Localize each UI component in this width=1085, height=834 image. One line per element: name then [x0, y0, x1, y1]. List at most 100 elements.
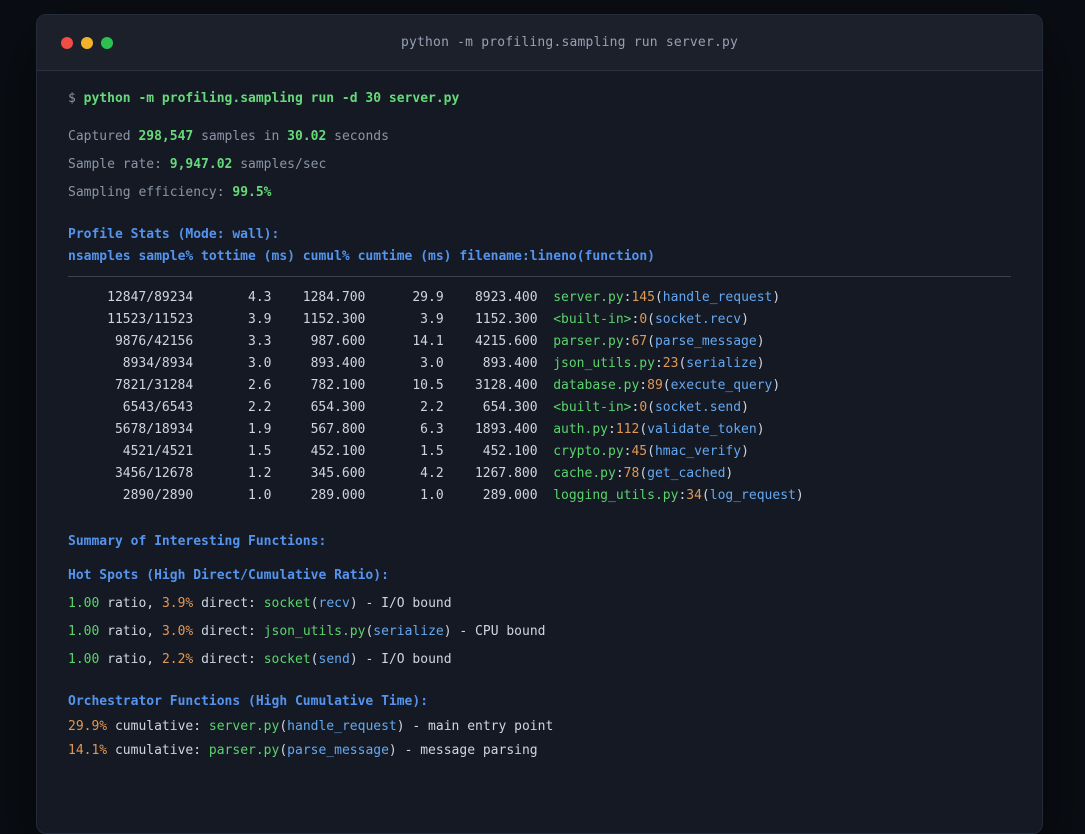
sample-pct-value: 3.3: [248, 334, 272, 349]
cumul-pct-value: 1.0: [420, 488, 444, 503]
orchestrator-list: 29.9% cumulative: server.py(handle_reque…: [68, 716, 1011, 762]
function-name: handle_request: [287, 719, 397, 734]
tottime-value: 654.300: [310, 400, 366, 415]
sampling-efficiency-line: Sampling efficiency: 99.5%: [68, 185, 272, 200]
cumtime-value: 654.300: [482, 400, 538, 415]
sample-pct-value: 1.0: [248, 488, 272, 503]
bound-note: - CPU bound: [451, 624, 546, 639]
nsamples-value: 6543/6543: [122, 400, 194, 415]
sample-rate-line: Sample rate: 9,947.02 samples/sec: [68, 157, 327, 172]
function-location: <built-in>:0(socket.send): [553, 400, 749, 415]
filename: logging_utils.py: [553, 488, 679, 503]
function-location: crypto.py:45(hmac_verify): [553, 444, 749, 459]
minimize-button-icon[interactable]: [81, 37, 93, 49]
sample-pct-value: 1.5: [248, 444, 272, 459]
ratio-value: 1.00: [68, 652, 100, 667]
function-name: send: [318, 652, 350, 667]
profile-table-row: 11523/11523 3.9 1152.300 3.9 1152.300 <b…: [68, 309, 1011, 331]
function-location: <built-in>:0(socket.recv): [553, 312, 749, 327]
line-number: 34: [686, 488, 702, 503]
function-name: execute_query: [670, 378, 773, 393]
nsamples-value: 9876/42156: [114, 334, 194, 349]
tottime-value: 987.600: [310, 334, 366, 349]
zoom-button-icon[interactable]: [101, 37, 113, 49]
cumul-pct-value: 3.0: [420, 356, 444, 371]
direct-pct-value: 2.2%: [161, 652, 194, 667]
cumul-pct-value: 6.3: [420, 422, 444, 437]
hot-spot-item: 1.00 ratio, 2.2% direct: socket(send) - …: [68, 652, 452, 667]
filename: server.py: [208, 719, 280, 734]
tottime-value: 345.600: [310, 466, 366, 481]
sample-pct-value: 1.9: [248, 422, 272, 437]
duration-seconds: 30.02: [287, 129, 327, 144]
prompt-symbol: $: [68, 91, 76, 106]
sample-pct-value: 1.2: [248, 466, 272, 481]
line-number: 145: [631, 290, 655, 305]
nsamples-value: 11523/11523: [107, 312, 194, 327]
filename: <built-in>: [553, 312, 632, 327]
profile-table-row: 8934/8934 3.0 893.400 3.0 893.400 json_u…: [68, 353, 1011, 375]
filename: cache.py: [553, 466, 616, 481]
cumtime-value: 1152.300: [474, 312, 538, 327]
profile-table-row: 3456/12678 1.2 345.600 4.2 1267.800 cach…: [68, 463, 1011, 485]
filename: <built-in>: [553, 400, 632, 415]
function-name: recv: [318, 596, 350, 611]
ratio-value: 1.00: [68, 624, 100, 639]
command-text: python -m profiling.sampling run -d 30 s…: [83, 91, 460, 106]
function-name: hmac_verify: [654, 444, 742, 459]
cumul-pct-value: 4.2: [420, 466, 444, 481]
function-location: parser.py:67(parse_message): [553, 334, 765, 349]
profile-table-row: 5678/18934 1.9 567.800 6.3 1893.400 auth…: [68, 419, 1011, 441]
summary-heading: Summary of Interesting Functions:: [68, 534, 327, 549]
nsamples-value: 3456/12678: [114, 466, 194, 481]
profile-table-row: 6543/6543 2.2 654.300 2.2 654.300 <built…: [68, 397, 1011, 419]
cumtime-value: 452.100: [482, 444, 538, 459]
nsamples-value: 5678/18934: [114, 422, 194, 437]
profile-table-row: 12847/89234 4.3 1284.700 29.9 8923.400 s…: [68, 287, 1011, 309]
sample-pct-value: 3.9: [248, 312, 272, 327]
cumul-pct-value: 2.2: [420, 400, 444, 415]
cumul-pct-value: 1.5: [420, 444, 444, 459]
direct-pct-value: 3.0%: [161, 624, 194, 639]
function-name: socket.recv: [654, 312, 742, 327]
sample-pct-value: 4.3: [248, 290, 272, 305]
close-button-icon[interactable]: [61, 37, 73, 49]
captured-samples-line: Captured 298,547 samples in 30.02 second…: [68, 129, 389, 144]
nsamples-value: 7821/31284: [114, 378, 194, 393]
nsamples-value: 12847/89234: [107, 290, 194, 305]
sample-pct-value: 2.6: [248, 378, 272, 393]
profile-table-row: 2890/2890 1.0 289.000 1.0 289.000 loggin…: [68, 485, 1011, 507]
tottime-value: 452.100: [310, 444, 366, 459]
function-name: parse_message: [287, 743, 389, 758]
tottime-value: 567.800: [310, 422, 366, 437]
filename: auth.py: [553, 422, 608, 437]
cumtime-value: 1267.800: [474, 466, 538, 481]
profile-stats-heading: Profile Stats (Mode: wall):: [68, 227, 280, 242]
command-line: $ python -m profiling.sampling run -d 30…: [68, 88, 1011, 110]
hot-spot-item: 1.00 ratio, 3.9% direct: socket(recv) - …: [68, 596, 452, 611]
efficiency-value: 99.5%: [232, 185, 272, 200]
terminal-titlebar[interactable]: python -m profiling.sampling run server.…: [37, 15, 1042, 71]
nsamples-value: 4521/4521: [122, 444, 194, 459]
role-note: - message parsing: [396, 743, 538, 758]
line-number: 0: [639, 312, 648, 327]
filename: parser.py: [553, 334, 624, 349]
function-name: socket.send: [654, 400, 742, 415]
cumtime-value: 8923.400: [474, 290, 538, 305]
filename: server.py: [553, 290, 624, 305]
function-name: parse_message: [654, 334, 757, 349]
terminal-output: $ python -m profiling.sampling run -d 30…: [37, 71, 1042, 786]
cumulative-pct-value: 14.1%: [68, 743, 108, 758]
function-location: auth.py:112(validate_token): [553, 422, 765, 437]
cumtime-value: 3128.400: [474, 378, 538, 393]
function-name: handle_request: [662, 290, 773, 305]
filename: socket: [263, 596, 311, 611]
hot-spots-list: 1.00 ratio, 3.9% direct: socket(recv) - …: [68, 593, 1011, 671]
hot-spot-item: 1.00 ratio, 3.0% direct: json_utils.py(s…: [68, 624, 546, 639]
bound-note: - I/O bound: [357, 596, 452, 611]
function-location: json_utils.py:23(serialize): [553, 356, 765, 371]
filename: database.py: [553, 378, 640, 393]
ratio-value: 1.00: [68, 596, 100, 611]
tottime-value: 1152.300: [302, 312, 366, 327]
cumul-pct-value: 3.9: [420, 312, 444, 327]
